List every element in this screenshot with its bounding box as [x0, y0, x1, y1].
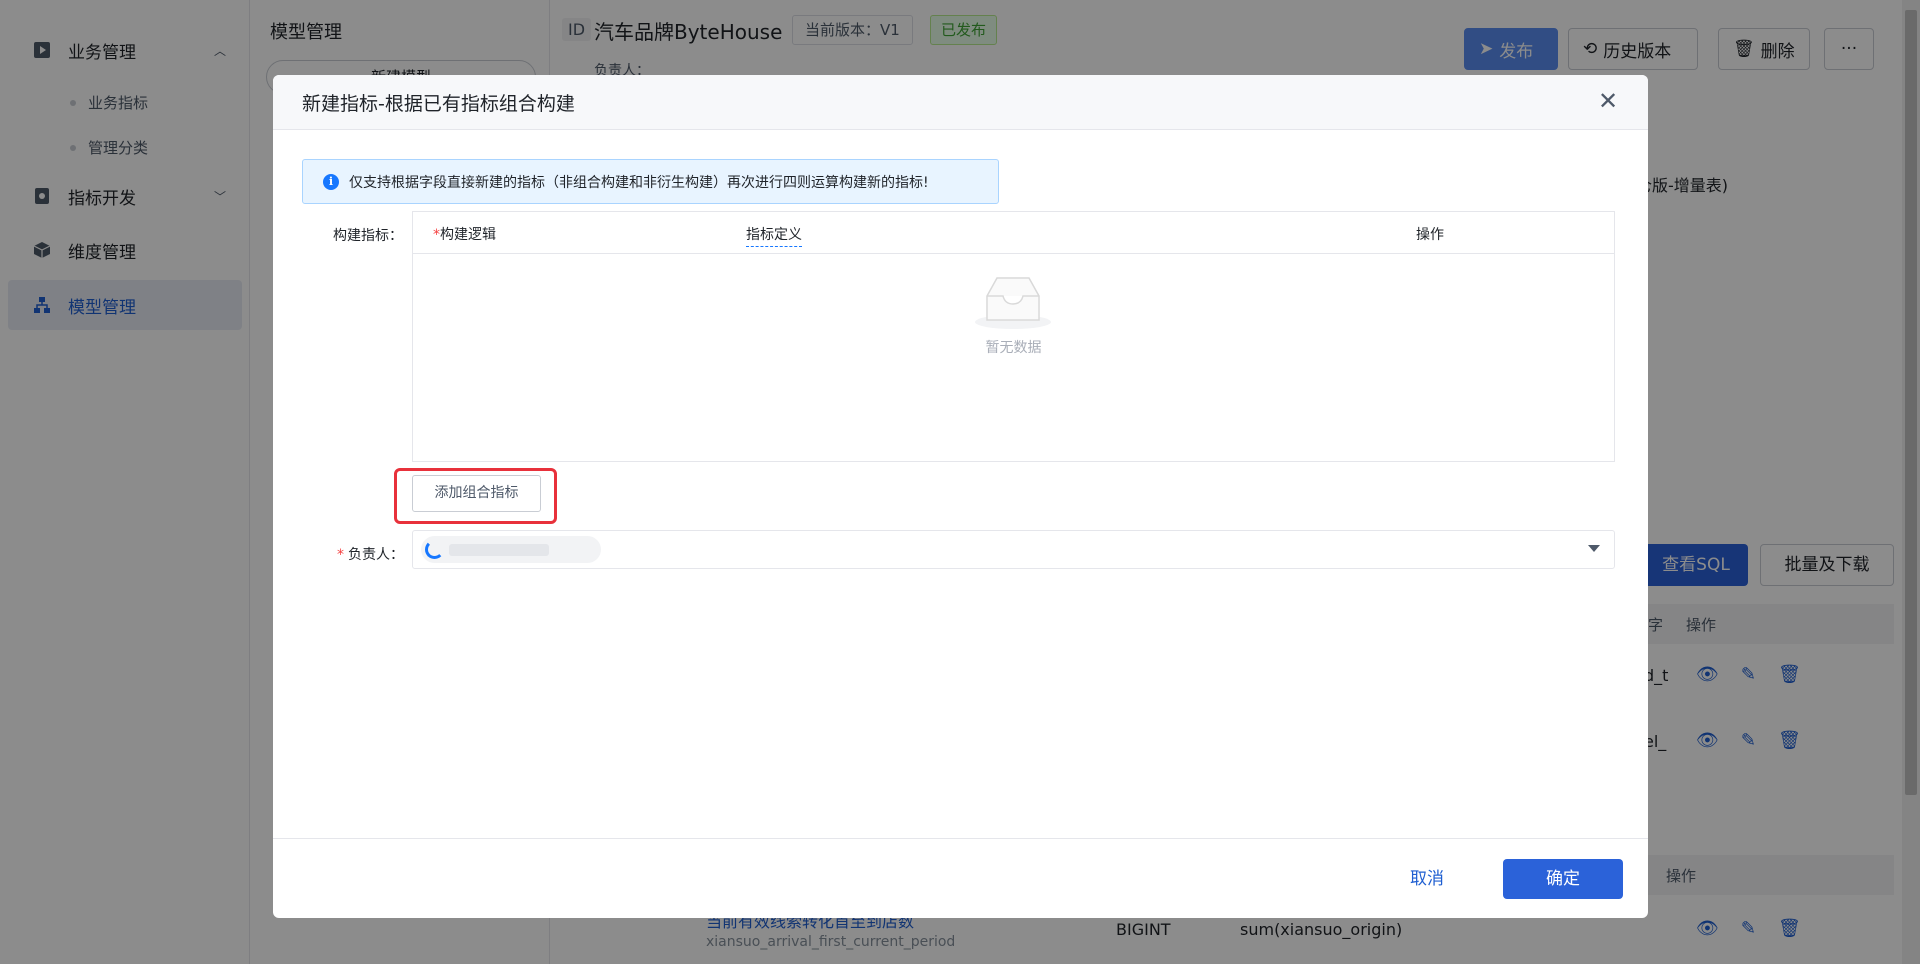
owner-chip[interactable]	[421, 536, 601, 563]
info-alert: i 仅支持根据字段直接新建的指标（非组合构建和非衍生构建）再次进行四则运算构建新…	[302, 159, 999, 204]
highlight-box	[394, 468, 557, 524]
column-header-definition[interactable]: 指标定义	[746, 224, 802, 247]
column-header-ops: 操作	[1416, 227, 1444, 243]
owner-field-label: * 负责人：	[337, 544, 404, 564]
table-header-row: *构建逻辑 指标定义 操作	[413, 212, 1614, 254]
caret-down-icon[interactable]	[1588, 545, 1600, 552]
new-metric-dialog: 新建指标-根据已有指标组合构建 ✕ i 仅支持根据字段直接新建的指标（非组合构建…	[273, 75, 1648, 918]
close-icon[interactable]: ✕	[1596, 89, 1620, 113]
build-metric-label: 构建指标：	[333, 228, 403, 244]
required-mark: *	[337, 547, 344, 563]
build-metric-table: *构建逻辑 指标定义 操作 暂无数据	[412, 211, 1615, 462]
dialog-header: 新建指标-根据已有指标组合构建 ✕	[273, 75, 1648, 130]
empty-inbox-icon	[975, 277, 1051, 329]
alert-text: 仅支持根据字段直接新建的指标（非组合构建和非衍生构建）再次进行四则运算构建新的指…	[349, 174, 929, 191]
required-mark: *	[433, 227, 440, 243]
empty-state-text: 暂无数据	[985, 340, 1042, 356]
owner-name-redacted	[449, 544, 549, 556]
dialog-title: 新建指标-根据已有指标组合构建	[302, 93, 575, 115]
column-header-logic: *构建逻辑	[433, 224, 496, 244]
owner-select[interactable]	[412, 530, 1615, 569]
confirm-button[interactable]: 确定	[1503, 859, 1623, 899]
cancel-button[interactable]: 取消	[1382, 859, 1472, 899]
avatar	[425, 540, 444, 559]
column-header-label: 构建逻辑	[440, 227, 496, 243]
info-icon: i	[323, 173, 339, 190]
owner-label-text: 负责人：	[348, 547, 404, 563]
dialog-footer: 取消 确定	[273, 838, 1648, 918]
